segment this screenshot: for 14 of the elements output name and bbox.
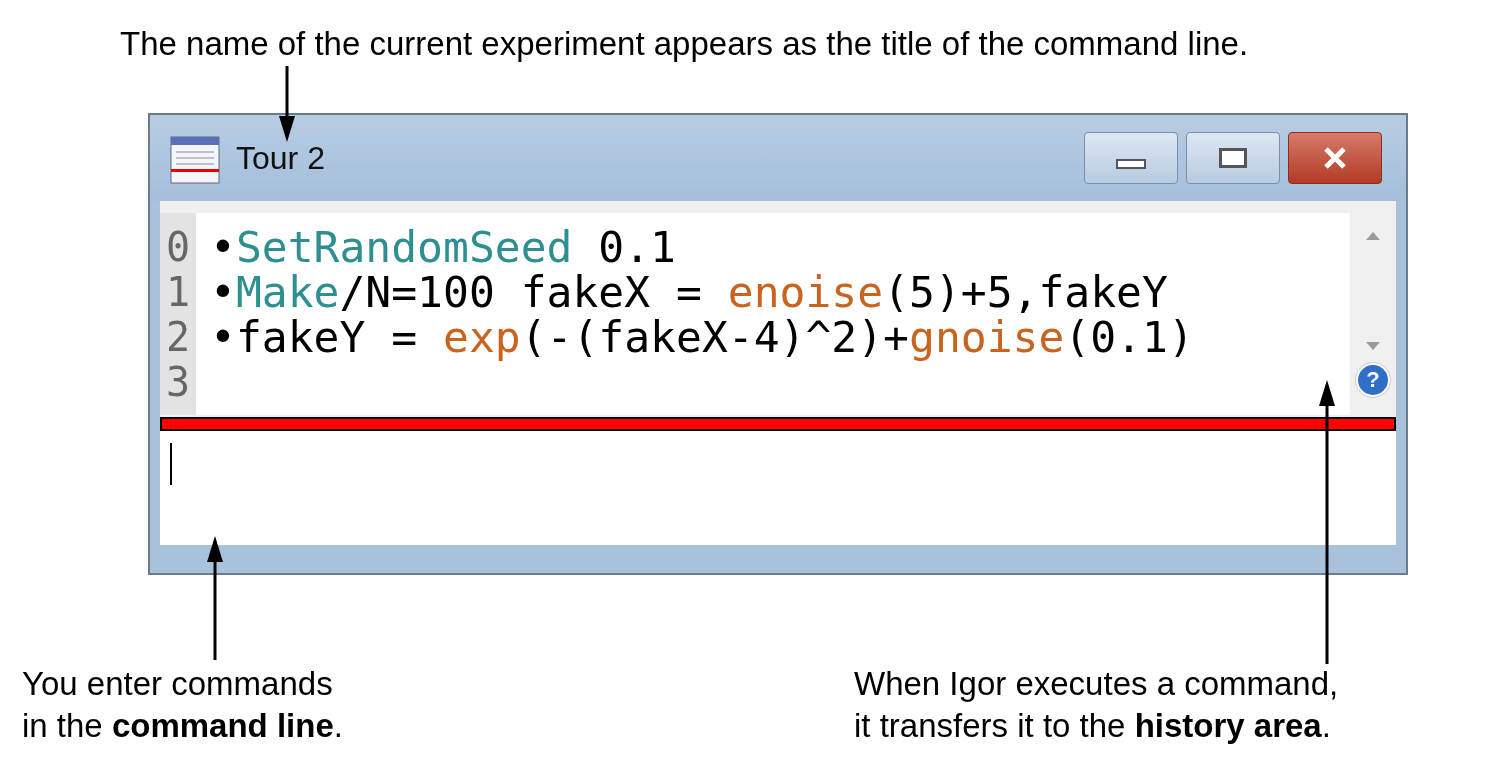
line-number: 3 bbox=[164, 360, 192, 405]
line-number: 0 bbox=[164, 225, 192, 270]
caption: When Igor executes a command, it transfers it to the history area. bbox=[854, 664, 1339, 746]
line-number: 1 bbox=[164, 270, 192, 315]
divider-bar[interactable] bbox=[160, 417, 1396, 431]
caption: You enter commands in the command line. bbox=[22, 664, 344, 746]
window-title: Tour 2 bbox=[236, 139, 325, 177]
window-icon bbox=[170, 136, 220, 184]
minimize-button[interactable] bbox=[1084, 132, 1178, 184]
help-button[interactable]: ? bbox=[1356, 363, 1390, 397]
maximize-button[interactable] bbox=[1186, 132, 1280, 184]
close-button[interactable] bbox=[1288, 132, 1382, 184]
line-number: 2 bbox=[164, 315, 192, 360]
caption: The name of the current experiment appears as the title of the command line. bbox=[120, 24, 1249, 64]
